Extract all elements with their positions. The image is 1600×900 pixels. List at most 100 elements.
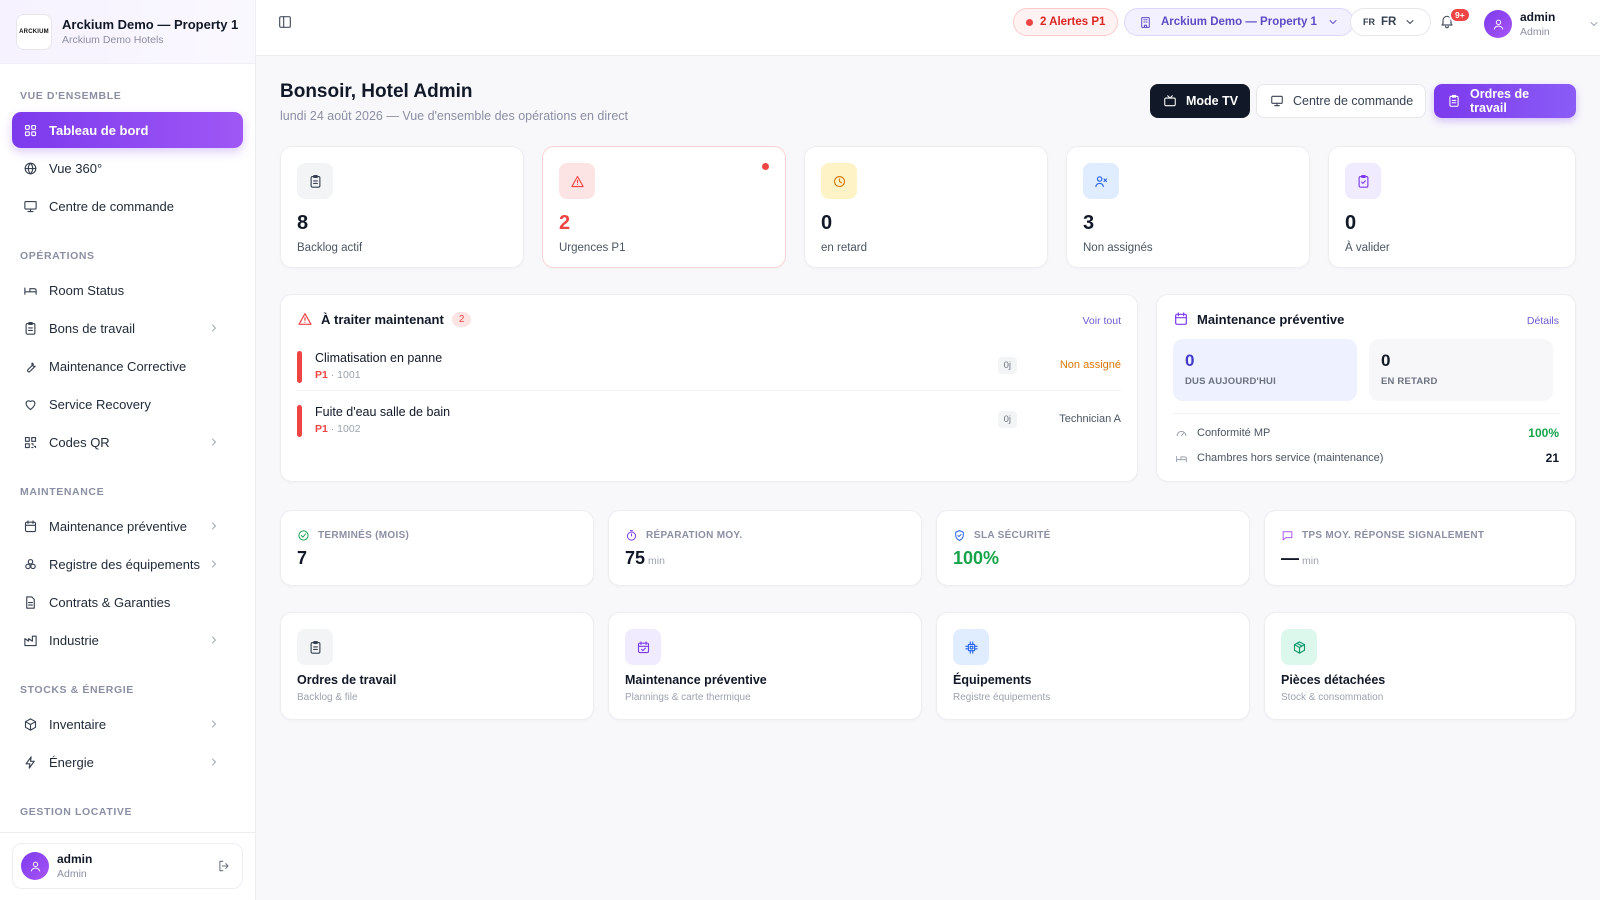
notifications-button[interactable]: 9+ (1439, 7, 1471, 34)
logout-icon[interactable] (216, 858, 232, 874)
stat-card-to-validate[interactable]: 0 À valider (1328, 146, 1576, 268)
kpi-value: 7 (297, 548, 307, 569)
chevron-right-icon (206, 754, 222, 770)
compliance-value: 100% (1528, 426, 1559, 440)
chevron-down-icon (1402, 14, 1418, 30)
calendar-check-icon (625, 629, 661, 665)
stat-card-p1-urgencies[interactable]: 2 Urgences P1 (542, 146, 786, 268)
wrench-icon (22, 358, 38, 374)
sidebar: ARCKIUM Arckium Demo — Property 1 Arckiu… (0, 0, 256, 900)
sidebar-item-energy[interactable]: Énergie (12, 744, 243, 780)
sidebar-item-dashboard[interactable]: Tableau de bord (12, 112, 243, 148)
sidebar-toggle-icon[interactable] (277, 14, 293, 30)
tv-mode-button[interactable]: Mode TV (1150, 84, 1251, 118)
module-card-equipment[interactable]: Équipements Registre équipements (936, 612, 1250, 720)
package-icon (1281, 629, 1317, 665)
monitor-icon (1269, 93, 1285, 109)
sidebar-item-inventory[interactable]: Inventaire (12, 706, 243, 742)
sidebar-item-qr-codes[interactable]: Codes QR (12, 424, 243, 460)
view-all-link[interactable]: Voir tout (1082, 315, 1121, 327)
chip-icon (953, 629, 989, 665)
user-x-icon (1083, 163, 1119, 199)
sidebar-item-work-orders[interactable]: Bons de travail (12, 310, 243, 346)
kpi-value-number: 7 (297, 548, 308, 568)
calendar-icon (22, 518, 38, 534)
brand-header[interactable]: ARCKIUM Arckium Demo — Property 1 Arckiu… (0, 0, 255, 64)
task-room: · 1001 (327, 369, 361, 381)
grid-icon (22, 122, 38, 138)
work-orders-button[interactable]: Ordres de travail (1434, 84, 1576, 118)
flag-icon: FR (1363, 17, 1375, 27)
sidebar-item-label: Centre de commande (49, 198, 175, 214)
task-title: Climatisation en panne (315, 351, 443, 365)
sidebar-item-label: Registre des équipements (49, 556, 201, 572)
sidebar-item-label: Maintenance Corrective (49, 358, 187, 374)
kpi-card-avg-repair[interactable]: RÉPARATION MOY. 75 min (608, 510, 922, 586)
kpi-card-avg-response[interactable]: TPS MOY. RÉPONSE SIGNALEMENT — min (1264, 510, 1576, 586)
task-row[interactable]: Fuite d'eau salle de bain P1 · 1002 0j T… (297, 401, 1121, 445)
task-assignee: Technician A (1059, 413, 1121, 425)
qr-icon (22, 434, 38, 450)
sidebar-item-command-center[interactable]: Centre de commande (12, 188, 243, 224)
nav-section-overview: VUE D'ENSEMBLE (20, 90, 122, 102)
sidebar-item-service-recovery[interactable]: Service Recovery (12, 386, 243, 422)
module-card-work-orders[interactable]: Ordres de travail Backlog & file (280, 612, 594, 720)
divider (1173, 413, 1559, 414)
warning-icon (559, 163, 595, 199)
brand-subtitle: Arckium Demo Hotels (62, 34, 164, 46)
task-room: · 1002 (327, 423, 361, 435)
priority-bar (297, 351, 302, 383)
p1-alerts-badge[interactable]: 2 Alertes P1 (1013, 8, 1119, 36)
work-orders-label: Ordres de travail (1470, 87, 1530, 115)
sidebar-item-vue-360[interactable]: Vue 360° (12, 150, 243, 186)
task-priority: P1 (315, 369, 328, 381)
preventive-maintenance-panel: Maintenance préventive Détails 0 DUS AUJ… (1156, 294, 1576, 482)
topbar: 2 Alertes P1 Arckium Demo — Property 1 F… (256, 0, 1600, 56)
stat-card-late[interactable]: 0 en retard (804, 146, 1048, 268)
bed-icon (22, 282, 38, 298)
command-center-button[interactable]: Centre de commande (1256, 84, 1427, 118)
sidebar-item-industry[interactable]: Industrie (12, 622, 243, 658)
sidebar-item-room-status[interactable]: Room Status (12, 272, 243, 308)
module-card-spare-parts[interactable]: Pièces détachées Stock & consommation (1264, 612, 1576, 720)
module-title: Équipements (953, 673, 1032, 687)
nav-section-maintenance: MAINTENANCE (20, 486, 105, 498)
due-today-label: DUS AUJOURD'HUI (1185, 376, 1276, 387)
stat-card-backlog[interactable]: 8 Backlog actif (280, 146, 524, 268)
language-selector[interactable]: FR FR (1350, 8, 1432, 36)
sidebar-item-preventive-maintenance[interactable]: Maintenance préventive (12, 508, 243, 544)
nav-section-stocks-energy: STOCKS & ÉNERGIE (20, 684, 134, 696)
stopwatch-icon (625, 529, 638, 542)
details-link[interactable]: Détails (1527, 315, 1559, 327)
task-meta: P1 · 1002 (315, 423, 361, 435)
kpi-card-safety-sla[interactable]: SLA SÉCURITÉ 100% (936, 510, 1250, 586)
sidebar-item-equipment-registry[interactable]: Registre des équipements (12, 546, 243, 582)
sidebar-nav: VUE D'ENSEMBLE Tableau de bord Vue 360° … (0, 90, 255, 818)
sidebar-user-card[interactable]: admin Admin (12, 843, 243, 889)
sidebar-item-corrective-maintenance[interactable]: Maintenance Corrective (12, 348, 243, 384)
kpi-card-completed[interactable]: TERMINÉS (MOIS) 7 (280, 510, 594, 586)
stat-card-unassigned[interactable]: 3 Non assignés (1066, 146, 1310, 268)
globe-icon (22, 160, 38, 176)
chevron-right-icon (206, 556, 222, 572)
module-title: Pièces détachées (1281, 673, 1386, 687)
kpi-label: RÉPARATION MOY. (646, 530, 743, 541)
warning-icon (297, 311, 313, 327)
nav-section-operations: OPÉRATIONS (20, 250, 95, 262)
task-row[interactable]: Climatisation en panne P1 · 1001 0j Non … (297, 347, 1121, 391)
check-circle-icon (297, 529, 310, 542)
module-card-preventive[interactable]: Maintenance préventive Plannings & carte… (608, 612, 922, 720)
sidebar-item-contracts[interactable]: Contrats & Garanties (12, 584, 243, 620)
kpi-label: TERMINÉS (MOIS) (318, 530, 410, 541)
late-tile[interactable]: 0 EN RETARD (1369, 339, 1553, 401)
rooms-out-of-service-row: Chambres hors service (maintenance) 21 (1173, 450, 1559, 466)
page-subtitle: lundi 24 août 2026 — Vue d'ensemble des … (280, 109, 628, 123)
monitor-icon (22, 198, 38, 214)
stat-value: 8 (297, 212, 309, 234)
notification-count-badge: 9+ (1449, 7, 1471, 23)
property-selector[interactable]: Arckium Demo — Property 1 (1124, 8, 1354, 36)
user-menu[interactable]: admin Admin (1484, 8, 1600, 40)
kpi-value: 75 min (625, 548, 665, 569)
greeting-block: Bonsoir, Hotel Admin lundi 24 août 2026 … (280, 81, 628, 123)
due-today-tile[interactable]: 0 DUS AUJOURD'HUI (1173, 339, 1357, 401)
